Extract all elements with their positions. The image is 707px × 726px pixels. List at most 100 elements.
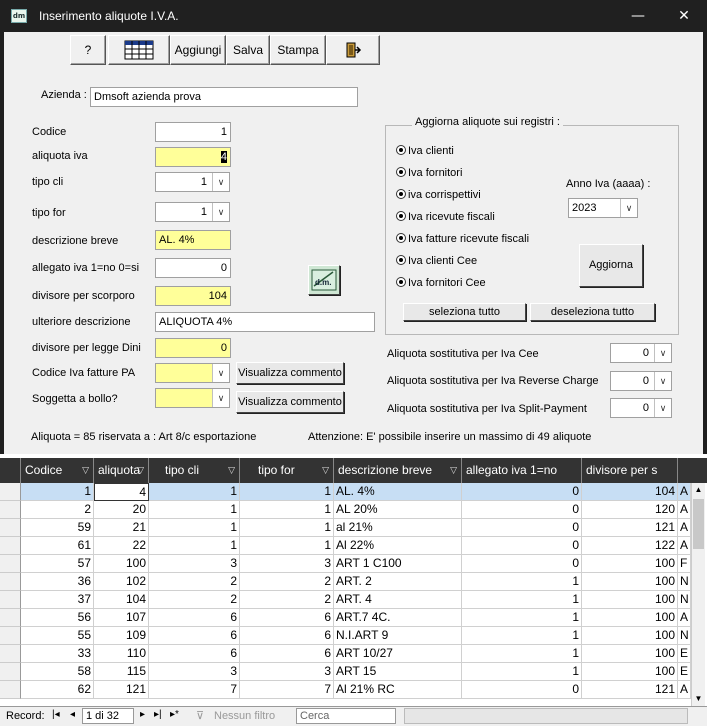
visualizza-commento-pa-button[interactable]: Visualizza commento [236, 362, 344, 384]
minimize-button[interactable]: — [615, 0, 661, 32]
col-header-divisore[interactable]: divisore per s [582, 458, 678, 483]
cell-divisore[interactable]: 100 [582, 609, 678, 627]
row-selector[interactable] [0, 591, 21, 609]
cell-codice[interactable]: 2 [21, 501, 94, 519]
cell-tipo-for[interactable]: 1 [240, 537, 334, 555]
cell-extra[interactable]: A [678, 501, 691, 519]
cell-divisore[interactable]: 100 [582, 627, 678, 645]
row-selector[interactable] [0, 555, 21, 573]
cell-codice[interactable]: 56 [21, 609, 94, 627]
radio-dot-icon[interactable] [396, 277, 406, 287]
col-header-extra[interactable] [678, 458, 707, 483]
row-selector[interactable] [0, 537, 21, 555]
sort-arrow-icon[interactable]: ▽ [450, 458, 457, 483]
cell-aliquota[interactable]: 104 [94, 591, 149, 609]
horizontal-scrollbar[interactable] [404, 708, 688, 724]
table-row[interactable]: 1 4 1 1 AL. 4% 0 104 A [0, 483, 691, 501]
cell-tipo-cli[interactable]: 1 [149, 537, 240, 555]
company-field[interactable]: Dmsoft azienda prova [90, 87, 358, 107]
cell-descrizione[interactable]: ART. 2 [334, 573, 462, 591]
sost-cee-combo[interactable]: 0 ∨ [610, 343, 672, 363]
cell-codice[interactable]: 37 [21, 591, 94, 609]
row-selector[interactable] [0, 501, 21, 519]
cell-extra[interactable]: A [678, 483, 691, 501]
table-row[interactable]: 56 107 6 6 ART.7 4C. 1 100 A [0, 609, 691, 627]
cell-tipo-cli[interactable]: 3 [149, 555, 240, 573]
cell-extra[interactable]: A [678, 537, 691, 555]
radio-iva-fatture-ricevute[interactable]: Iva fatture ricevute fiscali [396, 233, 529, 245]
cell-tipo-cli[interactable]: 2 [149, 591, 240, 609]
col-header-allegato[interactable]: allegato iva 1=no [462, 458, 582, 483]
cell-aliquota[interactable]: 109 [94, 627, 149, 645]
help-button[interactable]: ? [70, 35, 106, 65]
cell-divisore[interactable]: 121 [582, 519, 678, 537]
ulteriore-field[interactable]: ALIQUOTA 4% [155, 312, 375, 332]
cell-aliquota[interactable]: 115 [94, 663, 149, 681]
cell-aliquota[interactable]: 110 [94, 645, 149, 663]
cell-codice[interactable]: 33 [21, 645, 94, 663]
visualizza-commento-bollo-button[interactable]: Visualizza commento [236, 391, 344, 413]
cell-tipo-for[interactable]: 3 [240, 663, 334, 681]
cell-codice[interactable]: 1 [21, 483, 94, 501]
cell-extra[interactable]: F [678, 555, 691, 573]
new-record-icon[interactable]: ▸* [170, 709, 179, 720]
table-row[interactable]: 37 104 2 2 ART. 4 1 100 N [0, 591, 691, 609]
cell-descrizione[interactable]: AL 20% [334, 501, 462, 519]
bollo-combo[interactable]: ∨ [155, 388, 230, 408]
radio-dot-icon[interactable] [396, 233, 406, 243]
sort-arrow-icon[interactable]: ▽ [322, 458, 329, 483]
cell-extra[interactable]: E [678, 663, 691, 681]
cell-allegato[interactable]: 0 [462, 537, 582, 555]
cell-codice[interactable]: 61 [21, 537, 94, 555]
col-header-aliquota[interactable]: aliquota ▽ [94, 458, 149, 483]
cell-descrizione[interactable]: Al 21% RC [334, 681, 462, 699]
cell-codice[interactable]: 58 [21, 663, 94, 681]
deseleziona-tutto-button[interactable]: deseleziona tutto [530, 303, 655, 321]
cell-tipo-for[interactable]: 1 [240, 483, 334, 501]
save-button[interactable]: Salva [226, 35, 270, 65]
cell-divisore[interactable]: 100 [582, 573, 678, 591]
cell-tipo-cli[interactable]: 6 [149, 609, 240, 627]
radio-dot-icon[interactable] [396, 255, 406, 265]
chevron-down-icon[interactable]: ∨ [212, 173, 229, 191]
cell-descrizione[interactable]: ART.7 4C. [334, 609, 462, 627]
cell-tipo-cli[interactable]: 6 [149, 645, 240, 663]
cell-tipo-for[interactable]: 1 [240, 519, 334, 537]
print-button[interactable]: Stampa [270, 35, 326, 65]
cell-allegato[interactable]: 0 [462, 519, 582, 537]
cell-aliquota[interactable]: 4 [94, 483, 149, 501]
table-row[interactable]: 55 109 6 6 N.I.ART 9 1 100 N [0, 627, 691, 645]
cell-aliquota[interactable]: 121 [94, 681, 149, 699]
cell-descrizione[interactable]: AL. 4% [334, 483, 462, 501]
row-selector[interactable] [0, 663, 21, 681]
cell-allegato[interactable]: 0 [462, 501, 582, 519]
dm-logo-button[interactable]: d.m. [308, 265, 340, 295]
cell-allegato[interactable]: 1 [462, 591, 582, 609]
col-header-descrizione[interactable]: descrizione breve ▽ [334, 458, 462, 483]
cell-tipo-cli[interactable]: 1 [149, 483, 240, 501]
radio-iva-clienti[interactable]: Iva clienti [396, 145, 454, 157]
cell-tipo-cli[interactable]: 3 [149, 663, 240, 681]
radio-iva-corrispettivi[interactable]: iva corrispettivi [396, 189, 481, 201]
cell-codice[interactable]: 36 [21, 573, 94, 591]
radio-iva-ricevute[interactable]: Iva ricevute fiscali [396, 211, 495, 223]
codice-pa-combo[interactable]: ∨ [155, 363, 230, 383]
next-record-icon[interactable]: ▸ [140, 709, 145, 720]
cell-allegato[interactable]: 1 [462, 645, 582, 663]
radio-dot-icon[interactable] [396, 145, 406, 155]
record-position[interactable]: 1 di 32 [82, 708, 134, 724]
table-row[interactable]: 62 121 7 7 Al 21% RC 0 121 A [0, 681, 691, 699]
sost-split-combo[interactable]: 0 ∨ [610, 398, 672, 418]
radio-dot-icon[interactable] [396, 189, 406, 199]
grid-view-button[interactable] [108, 35, 170, 65]
chevron-down-icon[interactable]: ∨ [654, 372, 671, 390]
cell-descrizione[interactable]: ART 1 C100 [334, 555, 462, 573]
sort-arrow-icon[interactable]: ▽ [137, 458, 144, 483]
cell-allegato[interactable]: 0 [462, 483, 582, 501]
cell-divisore[interactable]: 100 [582, 663, 678, 681]
cell-tipo-cli[interactable]: 7 [149, 681, 240, 699]
row-selector[interactable] [0, 609, 21, 627]
cell-tipo-cli[interactable]: 1 [149, 519, 240, 537]
cell-tipo-for[interactable]: 2 [240, 573, 334, 591]
col-header-tipo-for[interactable]: tipo for ▽ [240, 458, 334, 483]
